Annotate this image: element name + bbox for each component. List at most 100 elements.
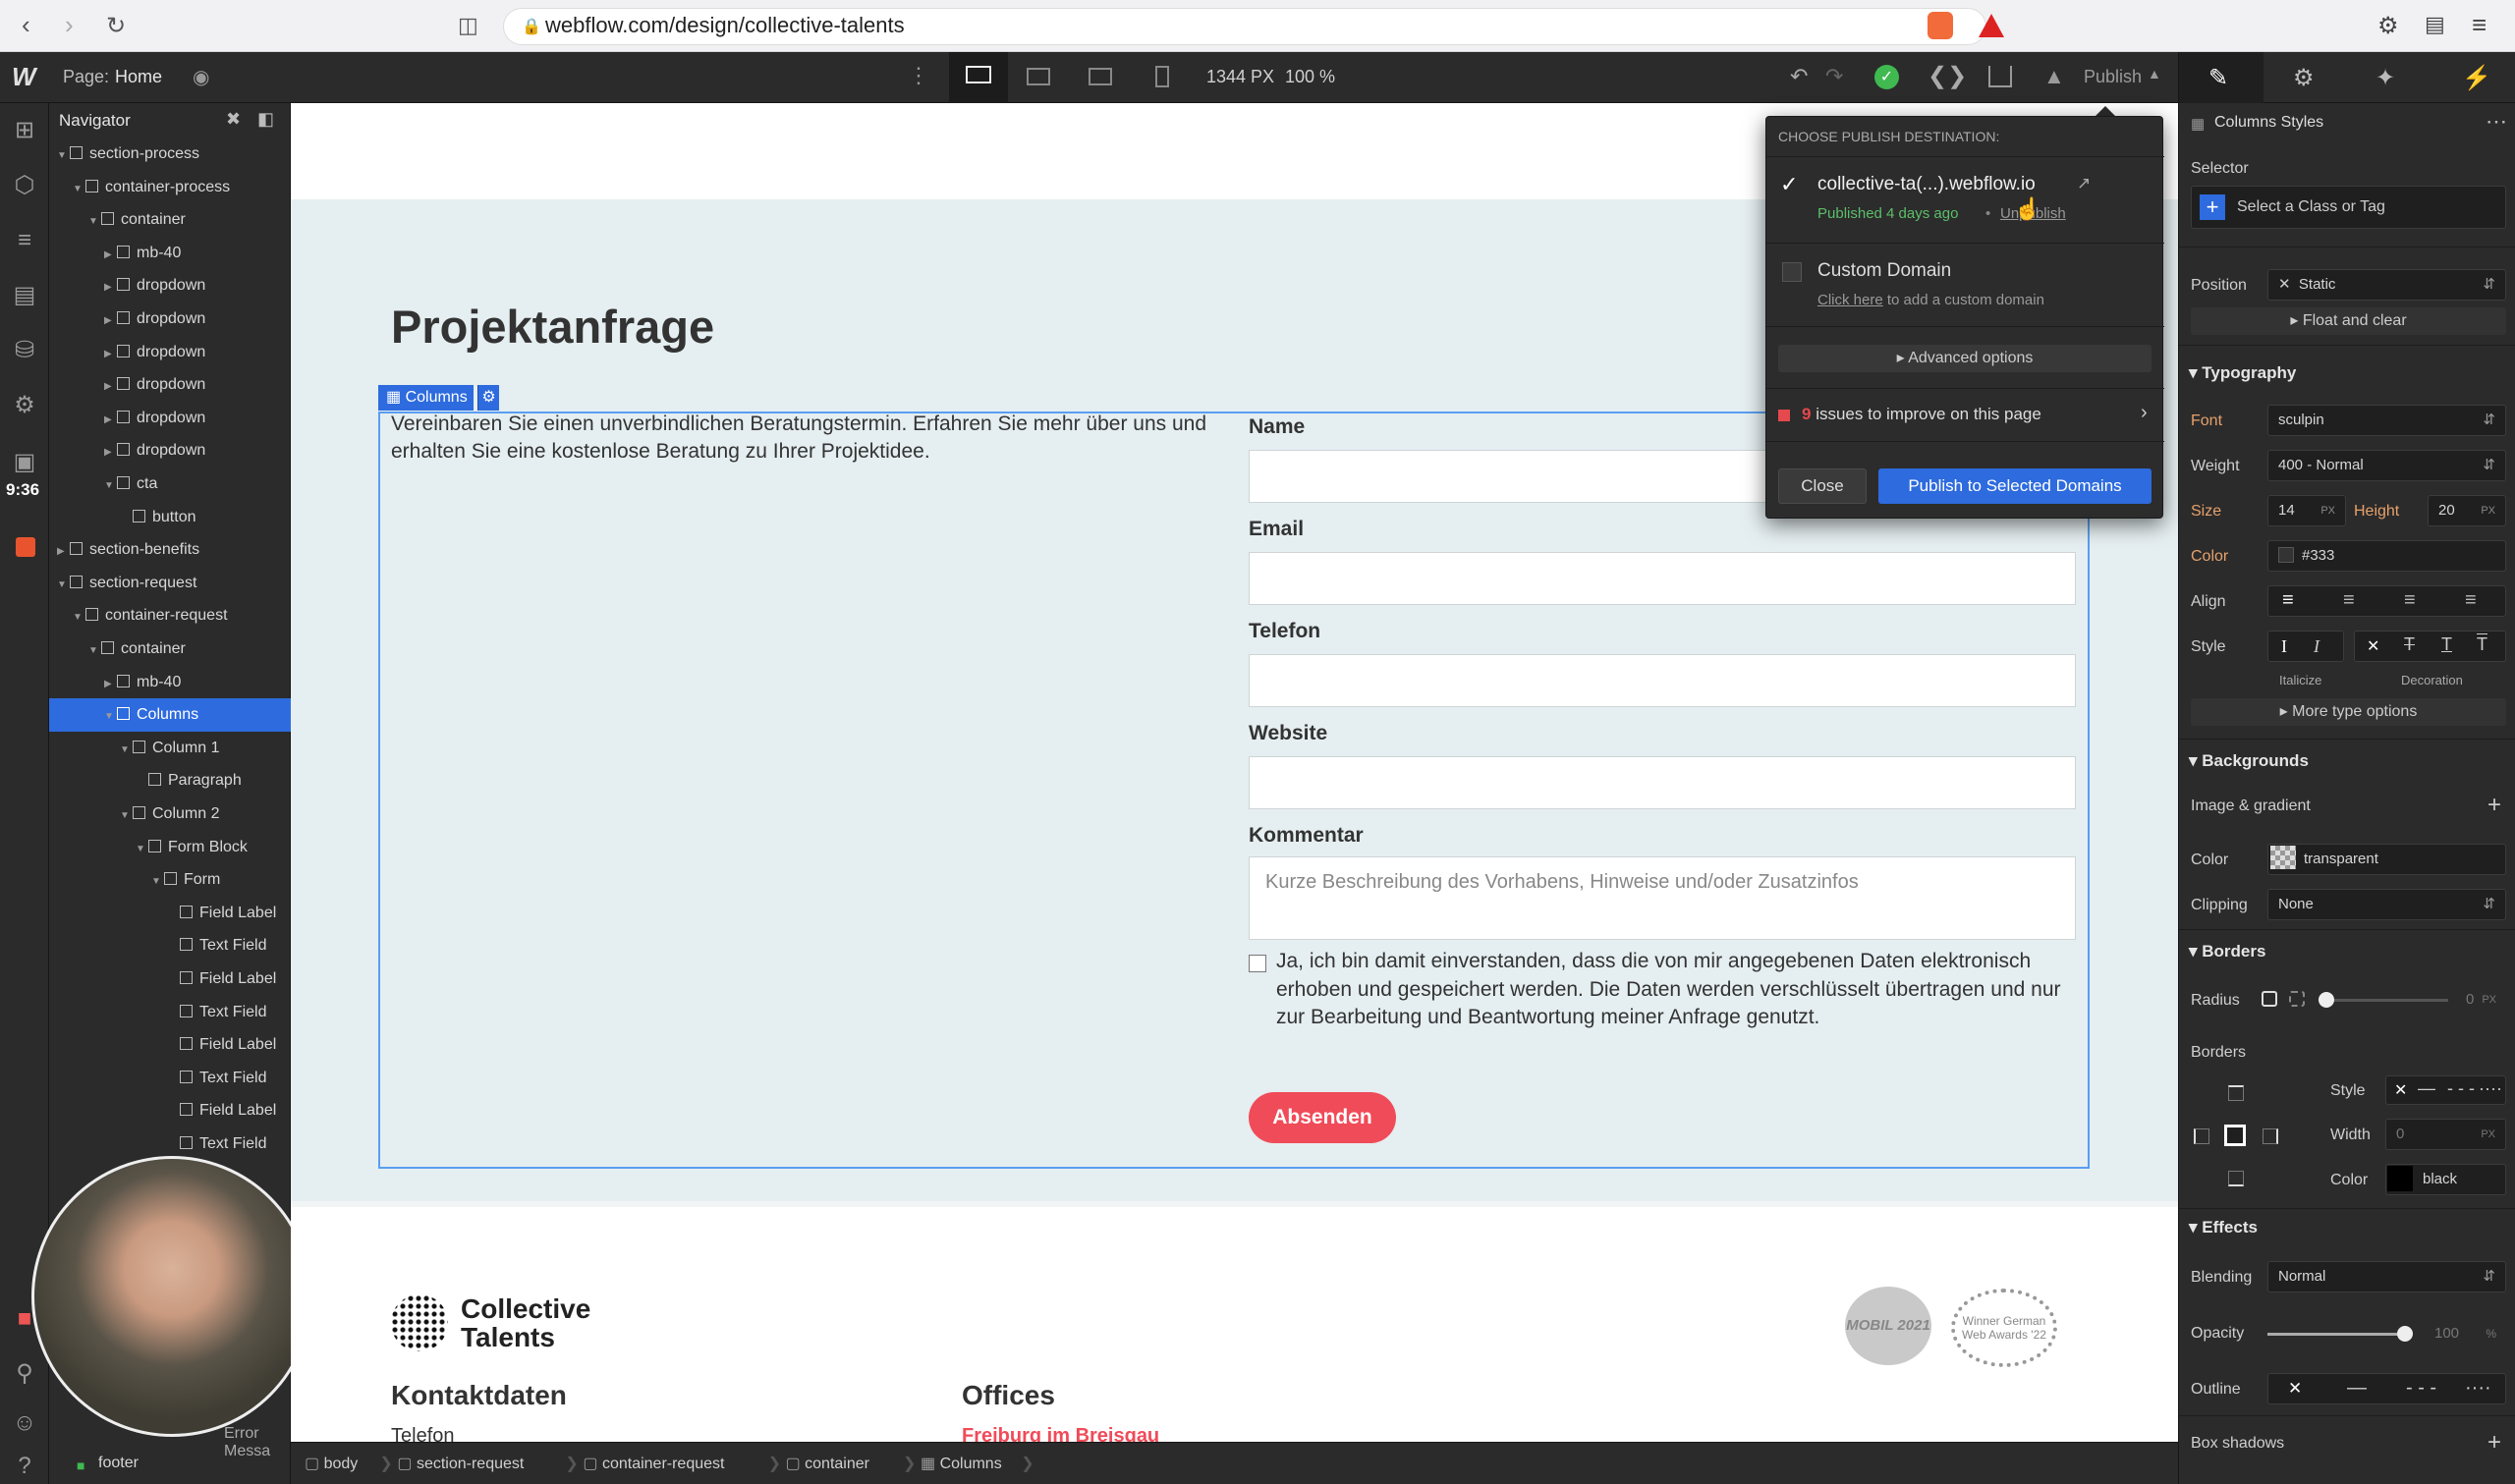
- navigator-item[interactable]: ▼ section-request: [49, 567, 291, 600]
- more-vertical-icon[interactable]: ⋮: [908, 63, 929, 88]
- caret-right-icon[interactable]: ▶: [104, 436, 114, 467]
- border-width-input[interactable]: 0 PX: [2385, 1119, 2506, 1150]
- caret-down-icon[interactable]: ▼: [57, 569, 67, 600]
- add-background-icon[interactable]: +: [2487, 792, 2501, 819]
- search-icon[interactable]: ⚲: [9, 1358, 40, 1390]
- border-top-icon[interactable]: [2228, 1085, 2244, 1101]
- columns-tag[interactable]: ▦ Columns: [378, 385, 474, 411]
- cms-icon[interactable]: ⛁: [9, 335, 40, 366]
- consent-checkbox[interactable]: [1249, 955, 1266, 972]
- recording-icon[interactable]: [16, 537, 35, 557]
- close-button[interactable]: Close: [1778, 468, 1867, 504]
- page-selector[interactable]: Home: [115, 67, 162, 87]
- collapse-icon[interactable]: ✖: [226, 109, 241, 130]
- users-icon[interactable]: ☺: [9, 1407, 40, 1439]
- navigator-item[interactable]: Field Label: [49, 1028, 291, 1062]
- navigator-item[interactable]: ▼ section-process: [49, 137, 291, 171]
- caret-down-icon[interactable]: ▼: [120, 799, 130, 831]
- outline-solid-icon[interactable]: —: [2347, 1377, 2367, 1400]
- caret-right-icon[interactable]: ▶: [104, 338, 114, 369]
- page-settings-icon[interactable]: ◉: [193, 65, 209, 89]
- radius-slider-thumb[interactable]: [2319, 992, 2334, 1008]
- opacity-input[interactable]: 100%: [2425, 1319, 2506, 1350]
- more-type-options-toggle[interactable]: ▸ More type options: [2191, 698, 2506, 726]
- outline-dotted-icon[interactable]: ····: [2465, 1377, 2491, 1400]
- radius-input[interactable]: 0 PX: [2456, 985, 2506, 1017]
- caret-down-icon[interactable]: ▼: [88, 205, 98, 237]
- caret-right-icon[interactable]: ▶: [104, 404, 114, 435]
- border-left-icon[interactable]: [2194, 1128, 2209, 1144]
- breadcrumb-item[interactable]: ▢ container: [786, 1454, 869, 1473]
- caret-down-icon[interactable]: ▼: [57, 139, 67, 171]
- help-icon[interactable]: ?: [9, 1451, 40, 1482]
- effects-section[interactable]: ▾ Effects: [2189, 1218, 2258, 1237]
- brave-rewards-icon[interactable]: [1979, 14, 2004, 37]
- italic-on-icon[interactable]: I: [2314, 636, 2319, 657]
- intro-paragraph[interactable]: Vereinbaren Sie einen unverbindlichen Be…: [391, 411, 1206, 466]
- overline-icon[interactable]: T: [2477, 634, 2487, 655]
- navigator-item[interactable]: Paragraph: [49, 764, 291, 797]
- sidebar-toggle-icon[interactable]: ▤: [2425, 12, 2445, 37]
- advanced-options-toggle[interactable]: ▸ Advanced options: [1778, 345, 2152, 372]
- outline-none-icon[interactable]: ✕: [2288, 1379, 2302, 1399]
- navigator-item[interactable]: ▶ mb-40: [49, 666, 291, 699]
- color-input[interactable]: #333: [2267, 540, 2506, 572]
- caret-down-icon[interactable]: ▼: [120, 734, 130, 765]
- float-clear-toggle[interactable]: ▸ Float and clear: [2191, 307, 2506, 335]
- settings-gear-icon[interactable]: ⚙: [2293, 64, 2315, 92]
- weight-select[interactable]: 400 - Normal ⇵: [2267, 450, 2506, 481]
- bolt-icon[interactable]: ⚡: [2462, 64, 2491, 92]
- breadcrumb-item[interactable]: ▢ body: [305, 1454, 358, 1473]
- breakpoint-tablet-icon[interactable]: [1027, 68, 1050, 85]
- breadcrumb-item[interactable]: ▦ Columns: [921, 1454, 1002, 1473]
- navigator-item[interactable]: Field Label: [49, 897, 291, 930]
- kontakt-heading[interactable]: Kontaktdaten: [391, 1380, 567, 1411]
- caret-down-icon[interactable]: ▼: [104, 469, 114, 501]
- navigator-item[interactable]: ▼ container-request: [49, 599, 291, 632]
- caret-right-icon[interactable]: ▶: [104, 239, 114, 270]
- border-dotted-icon[interactable]: ····: [2479, 1078, 2502, 1099]
- border-dashed-icon[interactable]: - - -: [2447, 1078, 2475, 1099]
- navigator-item[interactable]: Text Field: [49, 929, 291, 962]
- checkbox-checked-icon[interactable]: ✓: [1780, 172, 1798, 197]
- breadcrumb-item[interactable]: ▢ section-request: [397, 1454, 524, 1473]
- typography-section[interactable]: ▾ Typography: [2189, 363, 2296, 383]
- align-right-icon[interactable]: ≡: [2404, 589, 2416, 612]
- redo-icon[interactable]: ↷: [1825, 64, 1843, 89]
- navigator-item[interactable]: ▼ cta: [49, 467, 291, 501]
- caret-right-icon[interactable]: ▶: [104, 370, 114, 402]
- reload-icon[interactable]: ↻: [106, 12, 126, 40]
- more-icon[interactable]: ⋯: [2486, 109, 2507, 135]
- align-center-icon[interactable]: ≡: [2343, 589, 2355, 612]
- publish-selected-button[interactable]: Publish to Selected Domains: [1878, 468, 2152, 504]
- caret-down-icon[interactable]: ▼: [136, 833, 145, 864]
- tab-style[interactable]: ✎: [2179, 52, 2264, 103]
- border-bottom-icon[interactable]: [2228, 1171, 2244, 1186]
- line-height-input[interactable]: 20 PX: [2428, 495, 2506, 526]
- navigator-item[interactable]: ▶ dropdown: [49, 302, 291, 336]
- forward-icon[interactable]: ›: [65, 10, 74, 40]
- caret-right-icon[interactable]: ▶: [104, 304, 114, 336]
- breadcrumb-item[interactable]: ▢ container-request: [583, 1454, 724, 1473]
- webflow-logo-icon[interactable]: W: [12, 62, 36, 92]
- breakpoint-landscape-icon[interactable]: [1089, 68, 1112, 85]
- clipping-select[interactable]: None ⇵: [2267, 889, 2506, 920]
- element-settings-icon[interactable]: ⚙: [477, 385, 499, 411]
- navigator-item[interactable]: ▼ Column 2: [49, 797, 291, 831]
- navigator-item[interactable]: ▶ dropdown: [49, 269, 291, 302]
- radius-slider[interactable]: [2322, 999, 2448, 1002]
- navigator-item[interactable]: ▶ dropdown: [49, 434, 291, 467]
- navigator-item[interactable]: ▼ Form: [49, 863, 291, 897]
- navigator-item[interactable]: Field Label: [49, 1094, 291, 1127]
- borders-section[interactable]: ▾ Borders: [2189, 942, 2265, 962]
- ecommerce-icon[interactable]: ⚙: [9, 390, 40, 421]
- border-solid-icon[interactable]: —: [2418, 1078, 2435, 1099]
- extensions-icon[interactable]: ⚙: [2377, 12, 2399, 40]
- bookmark-icon[interactable]: ◫: [458, 13, 478, 38]
- blending-select[interactable]: Normal ⇵: [2267, 1261, 2506, 1292]
- click-here-link[interactable]: Click here: [1817, 292, 1883, 308]
- offices-heading[interactable]: Offices: [962, 1380, 1055, 1411]
- navigator-item[interactable]: ▼ container: [49, 632, 291, 666]
- text-field[interactable]: [1249, 654, 2076, 707]
- caret-right-icon[interactable]: ▶: [104, 668, 114, 699]
